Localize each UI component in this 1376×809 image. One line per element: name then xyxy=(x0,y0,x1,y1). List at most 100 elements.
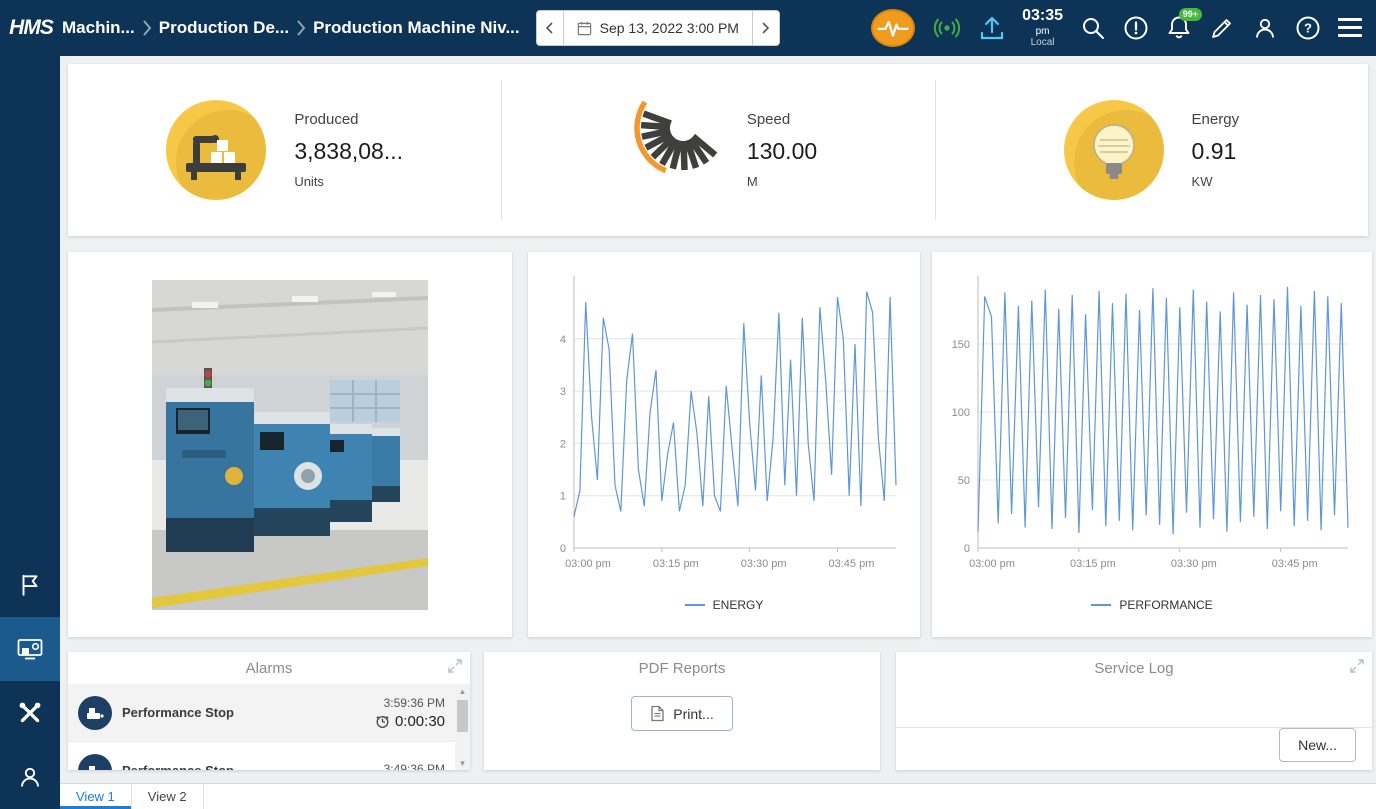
svg-text:03:00 pm: 03:00 pm xyxy=(969,558,1015,570)
sidebar-item-flags[interactable] xyxy=(0,553,60,617)
alarm-name: Performance Stop xyxy=(122,763,374,770)
alert-icon[interactable] xyxy=(1123,15,1149,41)
legend-line-icon xyxy=(685,604,705,606)
kpi-energy-unit: KW xyxy=(1192,174,1240,189)
svg-text:03:15 pm: 03:15 pm xyxy=(1070,558,1116,570)
svg-text:4: 4 xyxy=(560,334,566,346)
kpi-produced: Produced 3,838,08... Units xyxy=(68,64,501,236)
svg-text:1: 1 xyxy=(560,491,566,503)
kpi-energy-value: 0.91 xyxy=(1192,138,1240,165)
menu-icon[interactable] xyxy=(1338,18,1362,37)
duration-clock-icon xyxy=(375,714,390,729)
breadcrumb-production-dept[interactable]: Production De... xyxy=(159,18,289,38)
breadcrumb-machines[interactable]: Machin... xyxy=(62,18,135,38)
view-tabbar: View 1 View 2 xyxy=(60,783,1376,809)
upload-icon[interactable] xyxy=(979,14,1005,42)
svg-text:?: ? xyxy=(1304,20,1312,35)
tab-view-1[interactable]: View 1 xyxy=(60,784,132,809)
svg-text:50: 50 xyxy=(958,475,970,487)
alarm-time: 3:49:36 PM xyxy=(384,762,445,770)
sidebar-item-machine-view[interactable] xyxy=(0,617,60,681)
sidebar-item-operator[interactable] xyxy=(0,745,60,809)
sidebar-item-maintenance[interactable] xyxy=(0,681,60,745)
kpi-produced-unit: Units xyxy=(294,174,403,189)
breadcrumb-production-machine[interactable]: Production Machine Niv... xyxy=(313,18,520,38)
broadcast-icon[interactable] xyxy=(932,13,962,43)
svg-text:03:30 pm: 03:30 pm xyxy=(741,558,787,570)
tab-view-2[interactable]: View 2 xyxy=(132,784,204,809)
svg-text:2: 2 xyxy=(560,438,566,450)
kpi-produced-value: 3,838,08... xyxy=(294,138,403,165)
operator-icon xyxy=(17,764,43,790)
left-sidebar xyxy=(0,56,60,809)
production-robot-icon xyxy=(166,100,266,200)
legend-label: ENERGY xyxy=(713,598,764,612)
svg-text:03:45 pm: 03:45 pm xyxy=(1272,558,1318,570)
alarms-card: Alarms Performance Stop 3:59:36 PM 0:00:… xyxy=(68,652,470,770)
time-meridiem: pm xyxy=(1022,26,1063,38)
speed-gauge-icon xyxy=(619,100,719,200)
kpi-speed-unit: M xyxy=(747,174,817,189)
next-period-button[interactable] xyxy=(753,10,780,46)
edit-icon[interactable] xyxy=(1209,15,1235,41)
service-log-card: Service Log New... xyxy=(896,652,1372,770)
print-button-label: Print... xyxy=(673,706,713,722)
pdf-reports-title: PDF Reports xyxy=(639,660,726,677)
kpi-speed-label: Speed xyxy=(747,111,817,128)
pdf-reports-card: PDF Reports Print... xyxy=(484,652,880,770)
legend-label: PERFORMANCE xyxy=(1119,598,1212,612)
performance-chart: 0 50 100 150 03:00 pm 03:15 pm 03:30 pm 03:45 p… xyxy=(942,262,1362,584)
alarm-row[interactable]: Performance Stop 3:59:36 PM 0:00:30 xyxy=(68,684,455,742)
scroll-down-icon[interactable]: ▼ xyxy=(455,756,470,770)
svg-text:03:15 pm: 03:15 pm xyxy=(653,558,699,570)
energy-chart: 0123403:00 pm03:15 pm03:30 pm03:45 pm xyxy=(538,262,910,584)
alarm-row[interactable]: Performance Stop 3:49:36 PM xyxy=(68,742,455,770)
time-zone-label: Local xyxy=(1022,37,1063,49)
date-picker-button[interactable]: Sep 13, 2022 3:00 PM xyxy=(563,10,753,46)
breadcrumb: Machin... Production De... Production Ma… xyxy=(62,18,520,38)
svg-text:150: 150 xyxy=(952,339,970,351)
hms-logo[interactable]: HMS xyxy=(0,16,62,40)
legend-line-icon xyxy=(1091,604,1111,606)
kpi-strip: Produced 3,838,08... Units xyxy=(68,64,1368,236)
scrollbar-thumb[interactable] xyxy=(457,700,468,732)
svg-text:03:45 pm: 03:45 pm xyxy=(829,558,875,570)
machine-view-icon xyxy=(16,636,44,662)
machine-alarm-icon xyxy=(78,696,112,730)
kpi-speed-value: 130.00 xyxy=(747,138,817,165)
search-icon[interactable] xyxy=(1080,15,1106,41)
time-value: 03:35 xyxy=(1022,7,1063,25)
notifications-bell-icon[interactable]: 99+ xyxy=(1166,14,1192,41)
alarm-time: 3:59:36 PM xyxy=(375,696,445,710)
date-picker-label: Sep 13, 2022 3:00 PM xyxy=(600,20,739,36)
svg-text:3: 3 xyxy=(560,386,566,398)
svg-text:100: 100 xyxy=(952,407,970,419)
expand-icon[interactable] xyxy=(448,659,462,673)
alarms-scrollbar[interactable]: ▲ ▼ xyxy=(455,684,470,770)
help-icon[interactable]: ? xyxy=(1295,15,1321,41)
kpi-speed: Speed 130.00 M xyxy=(501,64,934,236)
expand-icon[interactable] xyxy=(1350,659,1364,673)
alarms-list: Performance Stop 3:59:36 PM 0:00:30 Perf… xyxy=(68,684,455,770)
chevron-right-icon xyxy=(141,18,153,38)
kpi-energy: Energy 0.91 KW xyxy=(935,64,1368,236)
user-icon[interactable] xyxy=(1252,15,1278,41)
performance-chart-legend[interactable]: PERFORMANCE xyxy=(942,598,1362,612)
date-range-picker: Sep 13, 2022 3:00 PM xyxy=(536,10,780,46)
new-service-entry-button[interactable]: New... xyxy=(1279,728,1356,762)
calendar-icon xyxy=(577,21,592,36)
live-values-icon[interactable] xyxy=(871,9,915,47)
previous-period-button[interactable] xyxy=(536,10,563,46)
svg-text:03:30 pm: 03:30 pm xyxy=(1171,558,1217,570)
print-button[interactable]: Print... xyxy=(631,696,732,731)
alarms-title: Alarms xyxy=(246,660,293,677)
dashboard: Produced 3,838,08... Units xyxy=(60,56,1376,783)
new-button-label: New... xyxy=(1298,737,1337,753)
kpi-produced-label: Produced xyxy=(294,111,403,128)
topbar-actions: 03:35 pm Local 99+ ? xyxy=(871,7,1376,48)
energy-chart-legend[interactable]: ENERGY xyxy=(538,598,910,612)
svg-text:0: 0 xyxy=(560,543,566,555)
flag-icon xyxy=(17,572,43,598)
scroll-up-icon[interactable]: ▲ xyxy=(455,684,470,698)
svg-text:0: 0 xyxy=(964,543,970,555)
